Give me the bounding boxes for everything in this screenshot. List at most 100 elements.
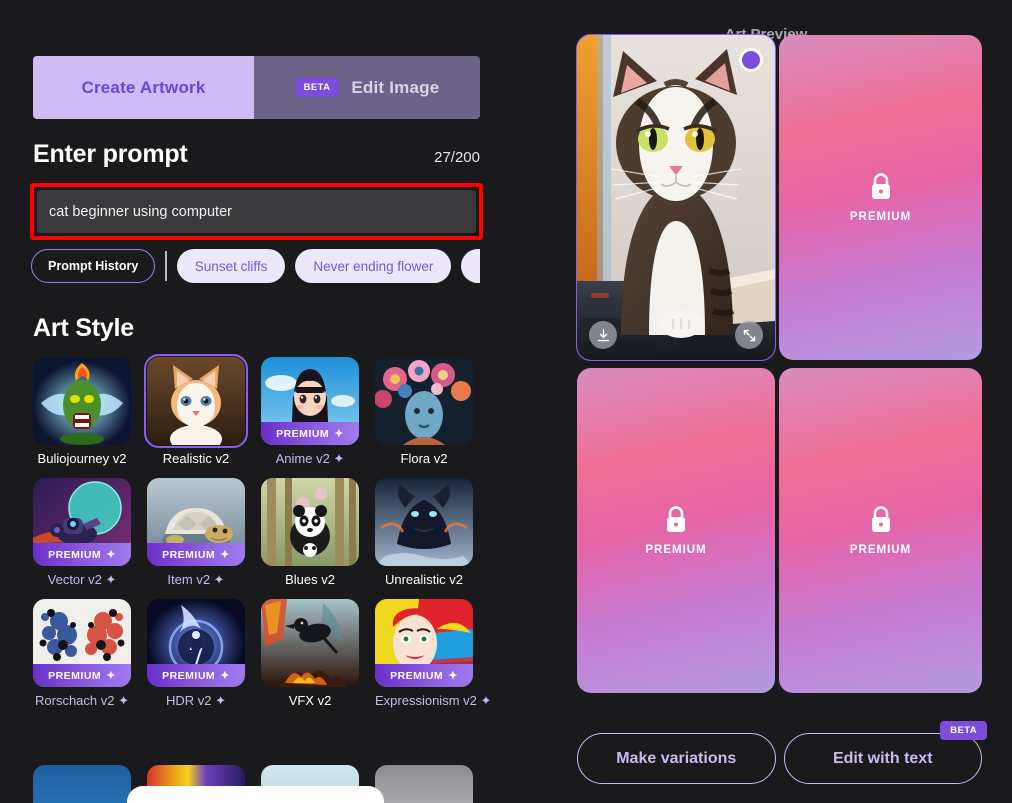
art-style-thumbnail: PREMIUM ✦ bbox=[375, 599, 473, 687]
art-style-thumbnail: PREMIUM ✦ bbox=[147, 599, 245, 687]
tab-create-artwork[interactable]: Create Artwork bbox=[33, 56, 254, 119]
art-style-label: Realistic v2 bbox=[162, 451, 230, 466]
make-variations-label: Make variations bbox=[616, 749, 737, 767]
premium-badge-label: PREMIUM bbox=[390, 669, 444, 682]
premium-badge-label: PREMIUM bbox=[48, 669, 102, 682]
art-style-thumbnail: PREMIUM ✦ bbox=[147, 478, 245, 566]
history-chip-2-label: Fire and w bbox=[479, 259, 480, 274]
art-preview-grid: PREMIUM PREMIUM PREMIUM bbox=[576, 34, 982, 693]
cat-on-keyboard-image bbox=[577, 35, 775, 360]
sparkle-icon: ✦ bbox=[448, 670, 458, 682]
edit-with-text-button[interactable]: BETA Edit with text bbox=[783, 721, 987, 784]
art-style-item-unrealistic-v2[interactable]: Unrealistic v2 bbox=[375, 478, 473, 588]
history-chip-1-label: Never ending flower bbox=[313, 258, 434, 274]
art-style-thumb-partial-3[interactable] bbox=[375, 765, 473, 803]
art-style-label: Anime v2 ✦ bbox=[275, 451, 345, 466]
art-style-item-anime-v2[interactable]: PREMIUM ✦ Anime v2 ✦ bbox=[261, 357, 359, 467]
mode-tab-bar: Create Artwork BETA Edit Image bbox=[33, 56, 480, 119]
art-style-label: Item v2 ✦ bbox=[167, 572, 225, 587]
history-chip-1[interactable]: Never ending flower bbox=[295, 249, 452, 283]
sparkle-icon: ✦ bbox=[220, 549, 230, 561]
art-style-item-flora-v2[interactable]: Flora v2 bbox=[375, 357, 473, 467]
art-style-artwork bbox=[375, 357, 473, 445]
sparkle-icon: ✦ bbox=[106, 549, 116, 561]
art-style-label: VFX v2 bbox=[288, 693, 332, 708]
prompt-history-label: Prompt History bbox=[48, 259, 139, 273]
tab-edit-image[interactable]: BETA Edit Image bbox=[254, 56, 480, 119]
art-style-artwork bbox=[33, 357, 131, 445]
art-style-item-hdr-v2[interactable]: PREMIUM ✦ HDR v2 ✦ bbox=[147, 599, 245, 709]
prompt-header: Enter prompt 27/200 bbox=[33, 140, 480, 169]
premium-badge: PREMIUM ✦ bbox=[375, 664, 473, 687]
art-style-thumbnail: PREMIUM ✦ bbox=[261, 357, 359, 445]
premium-badge: PREMIUM ✦ bbox=[261, 422, 359, 445]
art-style-thumbnail bbox=[261, 478, 359, 566]
premium-badge-label: PREMIUM bbox=[48, 548, 102, 561]
art-style-item-blues-v2[interactable]: Blues v2 bbox=[261, 478, 359, 588]
preview-card-generated-image[interactable] bbox=[576, 34, 776, 361]
tab-create-artwork-label: Create Artwork bbox=[81, 77, 206, 97]
art-style-thumbnail bbox=[33, 357, 131, 445]
lock-icon bbox=[871, 172, 890, 199]
preview-card-premium-3[interactable]: PREMIUM bbox=[779, 368, 982, 693]
prompt-input[interactable] bbox=[37, 190, 476, 233]
art-style-thumbnail bbox=[144, 354, 248, 448]
art-style-label: Expressionism v2 ✦ bbox=[375, 693, 492, 708]
tab-edit-image-label: Edit Image bbox=[351, 77, 440, 97]
download-icon[interactable] bbox=[589, 321, 617, 349]
chip-divider bbox=[165, 251, 167, 281]
lock-icon bbox=[871, 505, 890, 532]
premium-badge: PREMIUM ✦ bbox=[147, 543, 245, 566]
art-style-item-vfx-v2[interactable]: VFX v2 bbox=[261, 599, 359, 709]
history-chip-2[interactable]: Fire and w bbox=[461, 249, 480, 283]
art-style-item-buliojourney-v2[interactable]: Buliojourney v2 bbox=[33, 357, 131, 467]
art-style-thumbnail bbox=[375, 478, 473, 566]
preview-select-indicator[interactable] bbox=[739, 48, 763, 72]
sparkle-icon: ✦ bbox=[106, 670, 116, 682]
preview-card-premium-1[interactable]: PREMIUM bbox=[779, 35, 982, 360]
history-chip-0-label: Sunset cliffs bbox=[194, 258, 268, 274]
make-variations-button[interactable]: Make variations bbox=[577, 733, 776, 784]
history-chip-0[interactable]: Sunset cliffs bbox=[176, 249, 286, 283]
art-style-artwork bbox=[261, 599, 359, 687]
art-style-thumbnail: PREMIUM ✦ bbox=[33, 478, 131, 566]
art-style-item-rorschach-v2[interactable]: PREMIUM ✦ Rorschach v2 ✦ bbox=[33, 599, 131, 709]
art-style-artwork bbox=[147, 357, 245, 445]
edit-with-text-label: Edit with text bbox=[832, 749, 933, 767]
art-style-item-item-v2[interactable]: PREMIUM ✦ Item v2 ✦ bbox=[147, 478, 245, 588]
art-style-item-vector-v2[interactable]: PREMIUM ✦ Vector v2 ✦ bbox=[33, 478, 131, 588]
premium-badge-label: PREMIUM bbox=[276, 427, 330, 440]
art-style-grid: Buliojourney v2 Realistic v2 PREMIUM ✦ Anime… bbox=[33, 354, 492, 709]
art-style-item-expressionism-v2[interactable]: PREMIUM ✦ Expressionism v2 ✦ bbox=[375, 599, 492, 709]
preview-card-premium-2[interactable]: PREMIUM bbox=[577, 368, 775, 693]
expand-icon[interactable] bbox=[735, 321, 763, 349]
lock-icon bbox=[667, 505, 685, 532]
preview-action-row: Make variations BETA Edit with text bbox=[577, 721, 987, 784]
art-style-artwork bbox=[375, 478, 473, 566]
prompt-history-row: Prompt History Sunset cliffs Never endin… bbox=[31, 248, 480, 284]
sparkle-icon: ✦ bbox=[220, 670, 230, 682]
art-style-thumbnail: PREMIUM ✦ bbox=[33, 599, 131, 687]
beta-badge: BETA bbox=[940, 721, 987, 740]
art-style-label: Buliojourney v2 bbox=[37, 451, 127, 466]
prompt-char-counter: 27/200 bbox=[434, 149, 480, 166]
premium-badge: PREMIUM ✦ bbox=[33, 543, 131, 566]
prompt-history-button[interactable]: Prompt History bbox=[31, 249, 156, 283]
beta-badge: BETA bbox=[294, 78, 340, 97]
right-panel: Art Preview PREMIUM PREMIUM PREMIUM Make… bbox=[520, 0, 1012, 803]
bottom-sheet-handle[interactable] bbox=[127, 786, 384, 803]
art-style-label: HDR v2 ✦ bbox=[165, 693, 226, 708]
art-style-thumbnail bbox=[261, 599, 359, 687]
art-style-label: Flora v2 bbox=[400, 451, 448, 466]
art-style-label: Blues v2 bbox=[285, 572, 335, 587]
premium-badge-label: PREMIUM bbox=[162, 669, 216, 682]
premium-badge: PREMIUM ✦ bbox=[147, 664, 245, 687]
art-style-thumb-partial-0[interactable] bbox=[33, 765, 131, 803]
left-panel: Create Artwork BETA Edit Image Enter pro… bbox=[0, 0, 520, 803]
art-style-label: Unrealistic v2 bbox=[384, 572, 464, 587]
art-style-label: Rorschach v2 ✦ bbox=[35, 693, 129, 708]
premium-label: PREMIUM bbox=[849, 210, 912, 223]
art-style-item-realistic-v2[interactable]: Realistic v2 bbox=[144, 354, 248, 467]
art-style-thumbnail bbox=[375, 357, 473, 445]
app-root: Create Artwork BETA Edit Image Enter pro… bbox=[0, 0, 1012, 803]
